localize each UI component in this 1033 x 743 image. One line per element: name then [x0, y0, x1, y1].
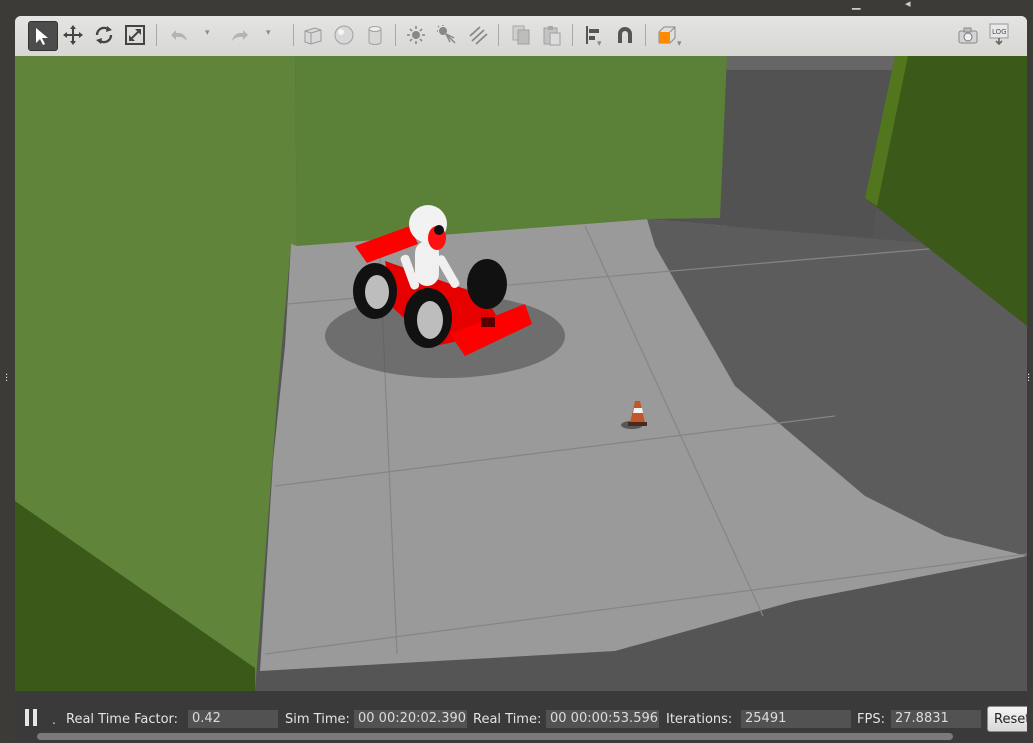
spot-light-button[interactable] [433, 21, 461, 49]
rotate-mode-icon [95, 26, 113, 44]
copy-button[interactable] [507, 21, 535, 49]
align-dropdown[interactable]: ▾ [597, 39, 602, 49]
translate-mode-icon [63, 25, 83, 45]
screenshot-button[interactable] [954, 21, 982, 49]
real-time-factor-value: 0.42 [188, 710, 278, 728]
iterations-value: 25491 [741, 710, 851, 728]
box-shape-button[interactable] [299, 21, 327, 49]
snap-icon [618, 27, 632, 43]
paste-button[interactable] [538, 21, 566, 49]
step-button[interactable]: . [52, 713, 56, 727]
sphere-shape-icon [334, 25, 354, 45]
pause-icon [25, 709, 29, 726]
directional-light-icon [469, 26, 488, 45]
sim-time-value: 00 00:20:02.390 [354, 710, 467, 728]
status-bar: . Real Time Factor: 0.42 Sim Time: 00 00… [15, 691, 1027, 743]
sphere-shape-button[interactable] [330, 21, 358, 49]
pause-icon [33, 709, 37, 726]
log-button[interactable]: LOG [985, 21, 1013, 49]
iterations-label: Iterations: [666, 712, 733, 727]
toolbar-separator [395, 24, 396, 46]
right-splitter-handle[interactable]: · · · [1027, 371, 1030, 387]
real-time-value: 00 00:00:53.596 [546, 710, 659, 728]
snap-button[interactable] [611, 21, 639, 49]
rotate-mode-button[interactable] [90, 21, 118, 49]
redo-button[interactable] [226, 21, 254, 49]
translate-mode-button[interactable] [59, 21, 87, 49]
far-wall-top [725, 56, 897, 70]
screenshot-icon [958, 27, 978, 44]
cylinder-shape-button[interactable] [361, 21, 389, 49]
toolbar-separator [498, 24, 499, 46]
scale-mode-icon [125, 25, 145, 45]
select-mode-icon [36, 28, 48, 45]
cylinder-shape-icon [368, 26, 382, 45]
undo-history-dropdown[interactable]: ▾ [205, 28, 210, 38]
log-icon: LOG [989, 23, 1009, 46]
toolbar-separator [572, 24, 573, 46]
select-mode-button[interactable] [28, 21, 58, 51]
align-button[interactable] [580, 21, 608, 49]
desktop-top-panel: ▔ ▁ ◂ [0, 0, 1033, 16]
volume-icon: ◂ [905, 0, 911, 10]
undo-icon [171, 30, 187, 41]
box-shape-icon [304, 27, 322, 45]
copy-icon [512, 25, 530, 45]
fps-label: FPS: [857, 712, 885, 727]
point-light-button[interactable] [402, 21, 430, 49]
indicator-icon: ▁ [852, 0, 861, 10]
paste-icon [543, 26, 561, 46]
pause-button[interactable] [25, 709, 39, 727]
toolbar-separator [156, 24, 157, 46]
directional-light-button[interactable] [464, 21, 492, 49]
back-wall [295, 56, 727, 246]
real-time-factor-label: Real Time Factor: [66, 712, 179, 727]
log-label: LOG [992, 28, 1007, 36]
redo-history-dropdown[interactable]: ▾ [266, 28, 271, 38]
fps-value: 27.8831 [891, 710, 981, 728]
real-time-label: Real Time: [473, 712, 542, 727]
sim-time-label: Sim Time: [285, 712, 350, 727]
horizontal-scrollbar[interactable] [37, 733, 953, 740]
gazebo-window: ▾ ▾ ▾ ▾ LOG . Real Time Factor: 0.42 Sim… [15, 16, 1027, 743]
toolbar-separator [293, 24, 294, 46]
network-icon: ▔ [820, 0, 829, 10]
undo-button[interactable] [165, 21, 193, 49]
toolbar-separator [645, 24, 646, 46]
view-angle-dropdown[interactable]: ▾ [677, 39, 682, 49]
spot-light-icon [437, 25, 456, 44]
view-angle-icon [658, 26, 676, 44]
left-panel-edge: · · · [0, 16, 16, 743]
3d-viewport[interactable] [15, 56, 1027, 691]
scale-mode-button[interactable] [121, 21, 149, 49]
toolbar: ▾ ▾ ▾ ▾ LOG [15, 16, 1027, 57]
scene-render [15, 56, 1027, 691]
point-light-icon [407, 26, 425, 44]
left-splitter-handle[interactable]: · · · [5, 371, 8, 387]
redo-icon [232, 30, 248, 41]
reset-button[interactable]: Reset [987, 706, 1027, 732]
